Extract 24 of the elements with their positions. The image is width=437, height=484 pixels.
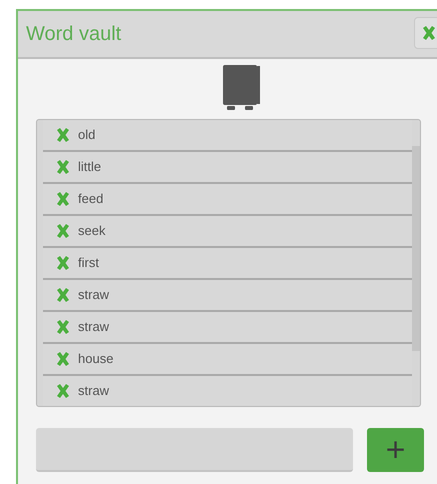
safe-icon	[221, 65, 261, 113]
remove-icon[interactable]	[55, 255, 71, 271]
remove-icon[interactable]	[55, 383, 71, 399]
word-text: straw	[78, 382, 110, 400]
remove-icon[interactable]	[55, 287, 71, 303]
remove-icon[interactable]	[55, 223, 71, 239]
word-text: straw	[78, 286, 110, 304]
word-text: first	[78, 254, 99, 272]
word-text: straw	[78, 318, 110, 336]
new-word-field[interactable]	[36, 428, 353, 472]
word-text: house	[78, 350, 114, 368]
remove-icon[interactable]	[55, 159, 71, 175]
remove-icon[interactable]	[55, 351, 71, 367]
remove-icon[interactable]	[55, 319, 71, 335]
scrollbar[interactable]	[412, 146, 420, 351]
word-text: old	[78, 126, 96, 144]
remove-icon[interactable]	[55, 191, 71, 207]
window-title: Word vault	[26, 22, 122, 47]
remove-icon[interactable]	[55, 127, 71, 143]
word-text: little	[78, 158, 102, 176]
add-button[interactable]: +	[367, 428, 424, 472]
close-icon[interactable]	[421, 25, 437, 41]
word-text: seek	[78, 222, 106, 240]
word-text: feed	[78, 190, 104, 208]
